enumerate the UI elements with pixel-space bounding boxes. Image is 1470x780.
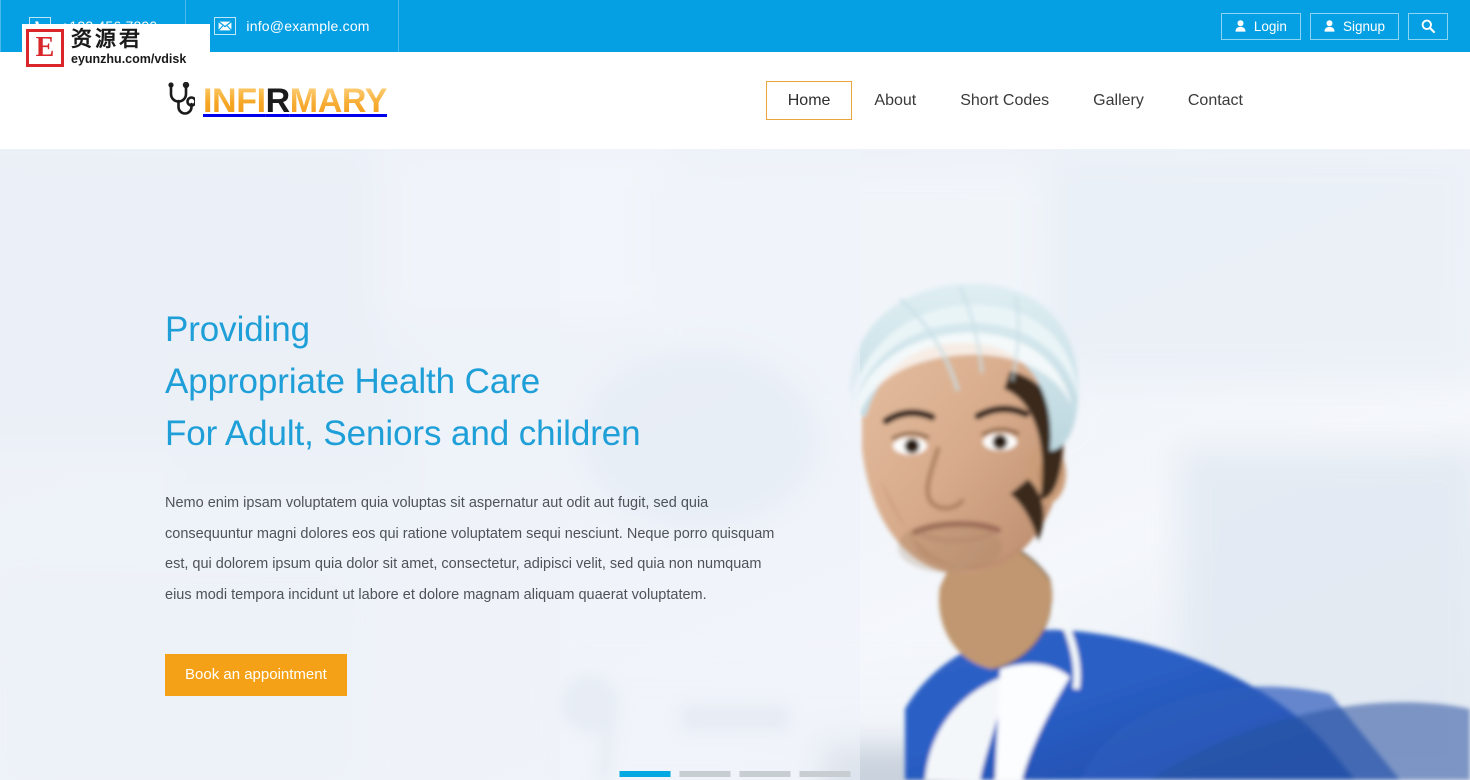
hero-heading-line-1: Providing <box>165 310 311 349</box>
logo-text-part-r: R <box>265 81 291 120</box>
hero-slider: Providing Appropriate Health Care For Ad… <box>0 149 1470 780</box>
topbar-actions: Login Signup <box>1220 0 1470 52</box>
logo-text-part-b: MARY <box>289 81 388 120</box>
search-button[interactable] <box>1408 12 1448 40</box>
page-root: Providing Appropriate Health Care For Ad… <box>0 0 1470 780</box>
user-icon <box>1235 20 1246 32</box>
main-navigation: Home About Short Codes Gallery Contact <box>765 80 1265 121</box>
hero-content: Providing Appropriate Health Care For Ad… <box>0 149 1470 780</box>
slider-indicator-3[interactable] <box>739 771 791 777</box>
hero-heading-line-3: For Adult, Seniors and children <box>165 414 641 453</box>
email-address: info@example.com <box>246 18 370 34</box>
nav-item-contact[interactable]: Contact <box>1166 82 1265 119</box>
nav-item-gallery[interactable]: Gallery <box>1071 82 1166 119</box>
slider-indicator-4[interactable] <box>799 771 851 777</box>
site-logo[interactable]: INFIRMARY <box>165 81 388 120</box>
slider-indicators <box>619 771 851 777</box>
watermark-logo-icon: E <box>26 28 64 67</box>
login-button[interactable]: Login <box>1220 12 1301 40</box>
login-label: Login <box>1253 18 1287 34</box>
watermark-overlay: E 资源君 eyunzhu.com/vdisk <box>22 24 210 71</box>
slider-indicator-2[interactable] <box>679 771 731 777</box>
top-utility-bar: +123 456 7890 info@example.com <box>0 0 1470 52</box>
signup-button[interactable]: Signup <box>1309 12 1399 40</box>
signup-label: Signup <box>1342 18 1385 34</box>
slider-indicator-1[interactable] <box>619 771 671 777</box>
user-icon <box>1324 20 1335 32</box>
logo-text-part-a: INFI <box>203 81 266 120</box>
contact-email[interactable]: info@example.com <box>186 0 399 52</box>
book-appointment-button[interactable]: Book an appointment <box>165 654 347 696</box>
nav-item-about[interactable]: About <box>852 82 938 119</box>
nav-item-home[interactable]: Home <box>765 80 853 121</box>
stethoscope-icon <box>165 81 197 120</box>
watermark-url: eyunzhu.com/vdisk <box>71 52 187 67</box>
search-icon <box>1421 19 1435 33</box>
nav-item-short-codes[interactable]: Short Codes <box>938 82 1071 119</box>
site-header: INFIRMARY Home About Short Codes Gallery… <box>0 52 1470 149</box>
envelope-icon <box>214 17 237 35</box>
hero-paragraph: Nemo enim ipsam voluptatem quia voluptas… <box>165 495 775 603</box>
watermark-title: 资源君 <box>71 27 143 52</box>
watermark-logo-letter: E <box>35 31 55 63</box>
hero-heading-line-2: Appropriate Health Care <box>165 362 541 401</box>
